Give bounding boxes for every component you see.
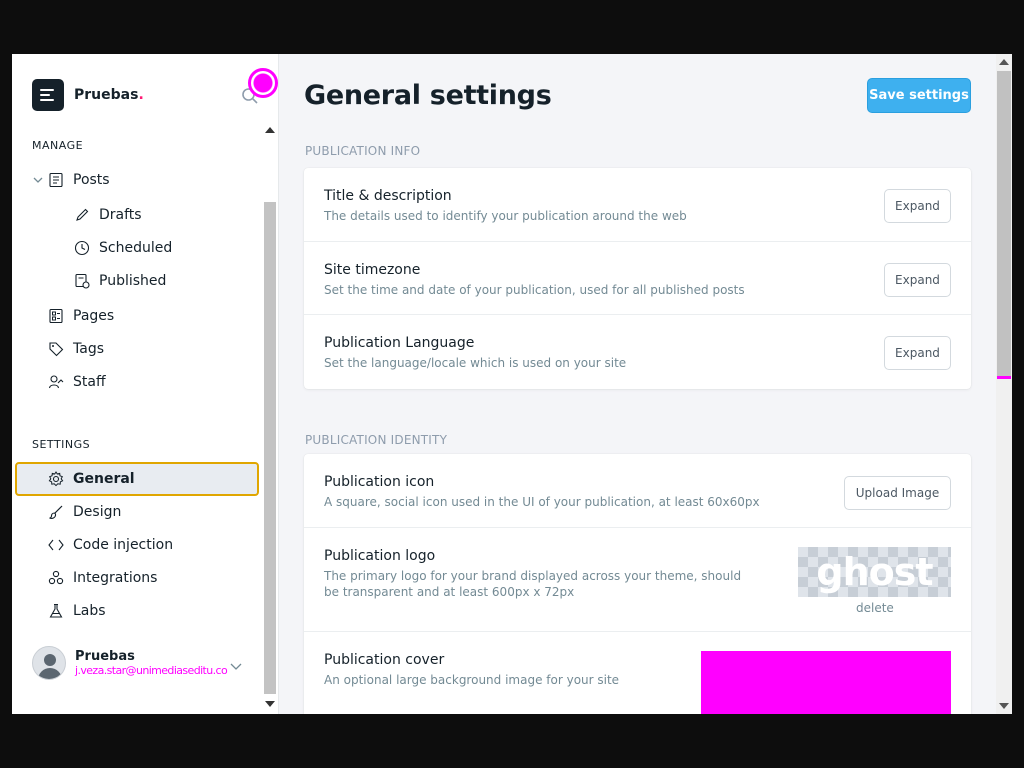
sidebar-item-label: Pages — [73, 308, 115, 324]
sidebar-item-design[interactable]: Design — [48, 498, 258, 526]
sidebar-item-tags[interactable]: Tags — [48, 335, 258, 363]
scroll-up-icon[interactable] — [999, 59, 1009, 65]
setting-description: A square, social icon used in the UI of … — [324, 495, 760, 509]
page-title: General settings — [304, 80, 552, 111]
setting-description: Set the time and date of your publicatio… — [324, 283, 745, 297]
manage-section-label: MANAGE — [32, 139, 84, 152]
sidebar-item-label: Posts — [73, 172, 110, 188]
clock-icon — [74, 240, 90, 256]
setting-title: Site timezone — [324, 262, 421, 278]
expand-button[interactable]: Expand — [884, 189, 951, 223]
expand-button[interactable]: Expand — [884, 336, 951, 370]
brand-dot: . — [138, 87, 144, 103]
main-scroll-thumb[interactable] — [997, 71, 1011, 378]
sidebar-item-label: Design — [73, 504, 122, 520]
setting-row-site-timezone: Site timezone Set the time and date of y… — [304, 242, 971, 315]
sidebar-item-label: Scheduled — [99, 240, 173, 256]
publication-cover-image[interactable] — [701, 651, 951, 714]
publication-identity-label: PUBLICATION IDENTITY — [305, 433, 448, 447]
setting-row-publication-language: Publication Language Set the language/lo… — [304, 315, 971, 389]
setting-row-publication-icon: Publication icon A square, social icon u… — [304, 454, 971, 528]
integrations-icon — [48, 570, 64, 586]
scroll-marker — [997, 376, 1011, 379]
gear-icon — [48, 471, 64, 487]
settings-section-label: SETTINGS — [32, 438, 91, 451]
setting-title: Publication cover — [324, 652, 445, 668]
code-icon — [48, 537, 64, 553]
chevron-down-icon[interactable] — [32, 174, 44, 186]
publication-logo-image[interactable]: ghost — [798, 547, 951, 597]
setting-row-publication-logo: Publication logo The primary logo for yo… — [304, 528, 971, 632]
sidebar-item-label: Integrations — [73, 570, 158, 586]
sidebar-item-label: Published — [99, 273, 167, 289]
main-scrollbar[interactable] — [996, 54, 1012, 714]
sidebar-item-general[interactable]: General — [15, 462, 259, 496]
scroll-up-icon[interactable] — [265, 127, 275, 133]
sidebar-item-posts[interactable]: Posts — [48, 166, 258, 194]
delete-logo-link[interactable]: delete — [856, 601, 894, 615]
setting-title: Title & description — [324, 188, 452, 204]
setting-description: Set the language/locale which is used on… — [324, 356, 627, 370]
pages-icon — [48, 308, 64, 324]
setting-description: An optional large background image for y… — [324, 673, 620, 687]
brand[interactable]: Pruebas. — [32, 79, 144, 111]
sidebar-item-label: Staff — [73, 374, 106, 390]
sidebar-item-staff[interactable]: Staff — [48, 368, 258, 396]
brand-name: Pruebas — [74, 87, 139, 103]
brand-logo-icon — [32, 79, 64, 111]
sidebar-item-labs[interactable]: Labs — [48, 597, 258, 625]
main-content: General settings Save settings PUBLICATI… — [280, 54, 996, 714]
upload-image-button[interactable]: Upload Image — [844, 476, 951, 510]
setting-title: Publication icon — [324, 474, 435, 490]
setting-row-publication-cover: Publication cover An optional large back… — [304, 632, 971, 714]
tag-icon — [48, 341, 64, 357]
setting-title: Publication logo — [324, 548, 436, 564]
chevron-down-icon[interactable] — [230, 660, 242, 672]
avatar — [32, 646, 66, 680]
sidebar-item-label: Drafts — [99, 207, 142, 223]
setting-title: Publication Language — [324, 335, 475, 351]
publication-identity-card: Publication icon A square, social icon u… — [304, 454, 971, 714]
brush-icon — [48, 504, 64, 520]
save-settings-button[interactable]: Save settings — [867, 78, 971, 113]
published-icon — [74, 273, 90, 289]
sidebar: Pruebas. MANAGE Posts Drafts Scheduled P… — [12, 54, 279, 714]
ghost-admin-window: Pruebas. MANAGE Posts Drafts Scheduled P… — [12, 54, 1012, 714]
sidebar-item-pages[interactable]: Pages — [48, 302, 258, 330]
user-name: Pruebas — [75, 649, 135, 664]
staff-icon — [48, 374, 64, 390]
user-menu[interactable]: Pruebas j.veza.star@unimediaseditu.co — [32, 646, 228, 680]
expand-button[interactable]: Expand — [884, 263, 951, 297]
sidebar-item-code-injection[interactable]: Code injection — [48, 531, 258, 559]
sidebar-item-integrations[interactable]: Integrations — [48, 564, 258, 592]
sidebar-item-label: Code injection — [73, 537, 174, 553]
pencil-icon — [74, 207, 90, 223]
posts-icon — [48, 172, 64, 188]
sidebar-item-label: Tags — [73, 341, 104, 357]
scroll-down-icon[interactable] — [265, 701, 275, 707]
setting-description: The details used to identify your public… — [324, 209, 687, 223]
sidebar-scrollbar[interactable] — [262, 124, 278, 714]
sidebar-item-published[interactable]: Published — [74, 267, 254, 295]
publication-info-card: Title & description The details used to … — [304, 168, 971, 389]
user-email: j.veza.star@unimediaseditu.co — [75, 664, 228, 677]
sidebar-scroll-thumb[interactable] — [264, 202, 276, 694]
sidebar-item-label: General — [73, 471, 135, 487]
publication-info-label: PUBLICATION INFO — [305, 144, 421, 158]
sidebar-item-drafts[interactable]: Drafts — [74, 201, 254, 229]
setting-row-title-description: Title & description The details used to … — [304, 168, 971, 242]
flask-icon — [48, 603, 64, 619]
scroll-down-icon[interactable] — [999, 703, 1009, 709]
setting-description: The primary logo for your brand displaye… — [324, 569, 742, 599]
sidebar-item-label: Labs — [73, 603, 106, 619]
cursor-marker — [248, 68, 278, 98]
sidebar-item-scheduled[interactable]: Scheduled — [74, 234, 254, 262]
